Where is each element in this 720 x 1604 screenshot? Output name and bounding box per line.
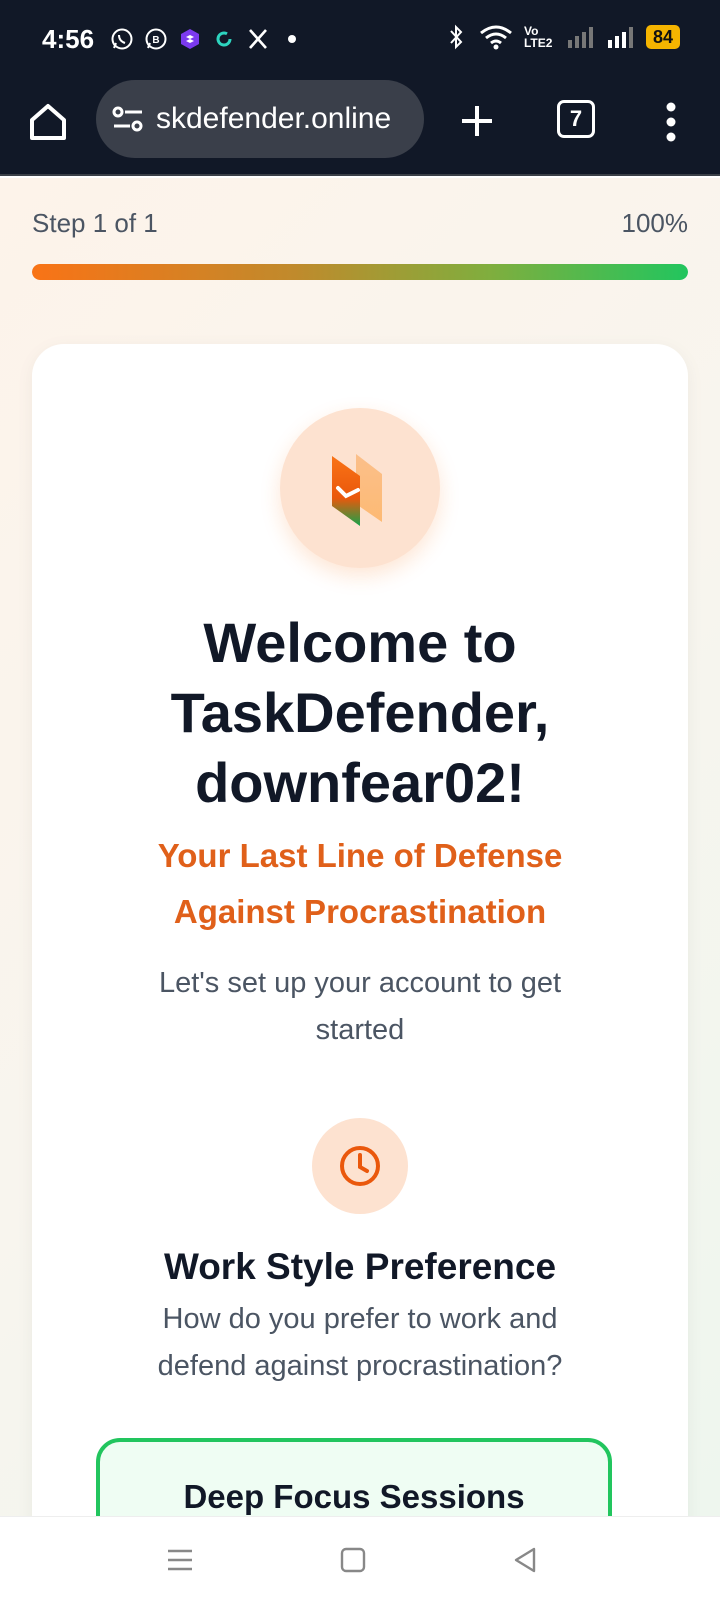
home-icon[interactable] [26, 100, 70, 144]
notification-icons: B [110, 26, 304, 52]
step-label: Step 1 of 1 [32, 208, 158, 238]
clock-icon [340, 1146, 380, 1186]
welcome-heading: Welcome to TaskDefender, downfear02! [52, 608, 668, 818]
progress-bar [32, 264, 688, 280]
signal-icon [566, 24, 596, 50]
subtitle-line: started [315, 1014, 405, 1046]
status-time: 4:56 [42, 24, 95, 54]
system-icons: Vo LTE2 84 [444, 24, 680, 50]
work-style-option-deep-focus[interactable]: Deep Focus Sessions [96, 1438, 612, 1516]
subtitle-line: Let's set up your account to get [158, 967, 562, 999]
browser-toolbar: skdefender.online 7 [0, 80, 720, 176]
welcome-line: TaskDefender, [170, 681, 550, 744]
whatsapp-icon [110, 26, 134, 52]
more-menu-icon[interactable] [660, 100, 682, 144]
status-bar: 4:56 B Vo LTE2 84 [0, 0, 720, 80]
site-settings-icon[interactable] [110, 101, 146, 137]
welcome-line: downfear02! [195, 751, 525, 814]
description-line: defend against procrastination? [157, 1350, 563, 1382]
taskdefender-logo-icon [332, 454, 382, 526]
tab-switcher-button[interactable]: 7 [557, 100, 595, 138]
home-nav-icon[interactable] [338, 1545, 368, 1575]
description-line: How do you prefer to work and [162, 1303, 558, 1335]
system-navigation-bar [0, 1516, 720, 1604]
app-logo [280, 408, 440, 568]
progress-header: Step 1 of 1 100% [32, 208, 688, 239]
purple-app-icon [178, 26, 202, 52]
green-sync-icon [212, 26, 236, 52]
signal-icon [606, 24, 636, 50]
tagline-line: Your Last Line of Defense [157, 837, 563, 874]
tagline: Your Last Line of Defense Against Procra… [72, 828, 648, 940]
x-icon [246, 26, 270, 52]
tagline-line: Against Procrastination [173, 893, 547, 930]
setup-subtitle: Let's set up your account to get started [92, 960, 628, 1054]
dot-icon [280, 26, 304, 52]
welcome-line: Welcome to [203, 611, 517, 674]
option-label: Deep Focus Sessions [183, 1478, 525, 1515]
back-icon[interactable] [510, 1545, 540, 1575]
battery-icon: 84 [645, 25, 680, 49]
progress-bar-fill [32, 264, 688, 280]
work-style-badge [312, 1118, 408, 1214]
section-title: Work Style Preference [163, 1246, 557, 1287]
wifi-icon [478, 24, 514, 50]
bluetooth-icon [444, 24, 468, 50]
onboarding-page: Step 1 of 1 100% Welcome to TaskDefender… [0, 178, 720, 1516]
svg-text:B: B [152, 35, 159, 46]
url-text: skdefender.online [156, 102, 392, 135]
volte-icon: Vo LTE2 [523, 24, 553, 50]
new-tab-icon[interactable] [454, 98, 500, 144]
section-description: How do you prefer to work and defend aga… [92, 1296, 628, 1390]
address-bar[interactable]: skdefender.online [96, 80, 424, 158]
welcome-card: Welcome to TaskDefender, downfear02! You… [32, 344, 688, 1516]
whatsapp-business-icon: B [144, 26, 168, 52]
progress-percent: 100% [621, 208, 689, 238]
recent-apps-icon[interactable] [165, 1545, 195, 1575]
